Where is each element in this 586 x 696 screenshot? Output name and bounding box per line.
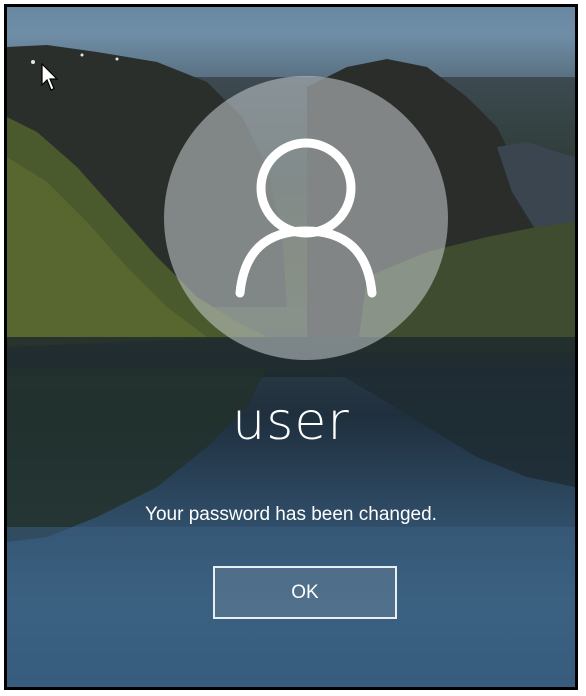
user-silhouette-icon	[235, 138, 377, 298]
ok-button[interactable]: OK	[213, 566, 397, 619]
ok-button-label: OK	[291, 581, 319, 603]
mouse-pointer-icon	[41, 63, 59, 91]
username-label: user	[232, 392, 350, 452]
user-avatar	[164, 76, 448, 360]
screenshot-frame: user Your password has been changed. OK	[4, 4, 578, 690]
password-changed-message: Your password has been changed.	[145, 504, 437, 525]
lock-screen: user Your password has been changed. OK	[7, 7, 575, 687]
